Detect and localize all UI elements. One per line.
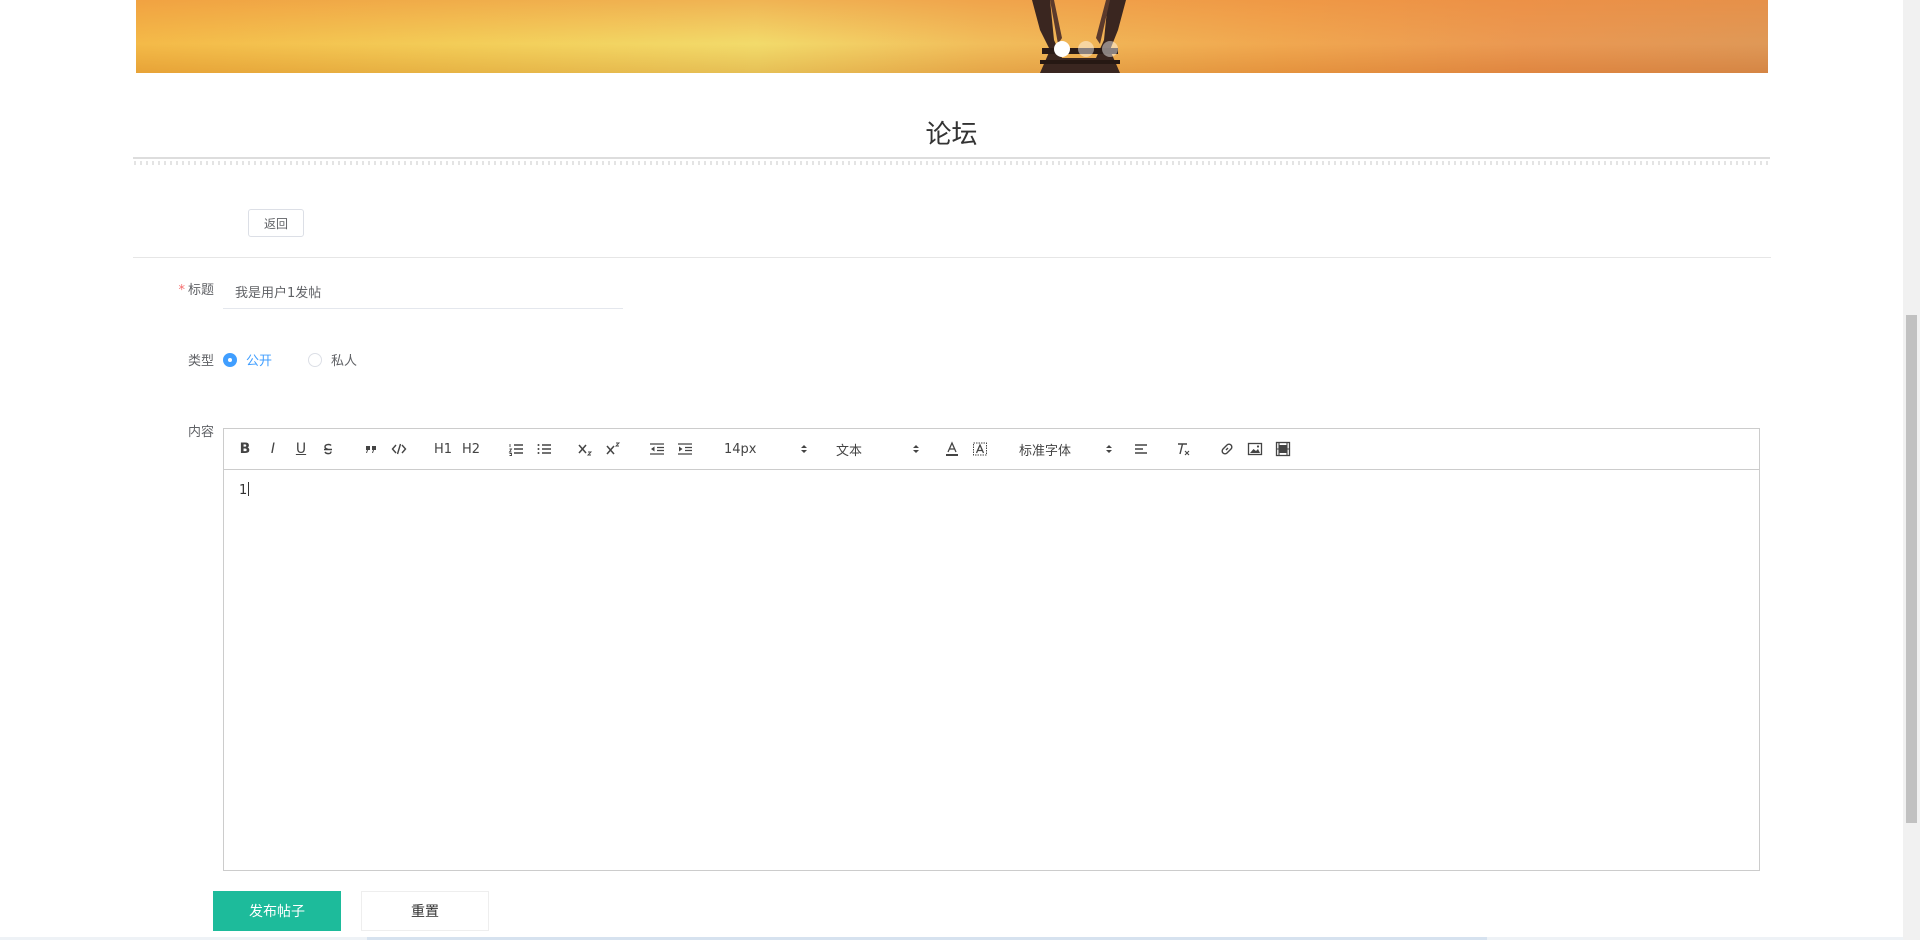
back-button[interactable]: 返回	[248, 209, 304, 237]
section-divider	[133, 257, 1771, 258]
title-field-label: * 标题	[178, 283, 214, 298]
bullet-list-icon[interactable]	[535, 439, 553, 459]
carousel-dot-3[interactable]	[1102, 41, 1118, 57]
carousel-dot-1[interactable]	[1054, 41, 1070, 57]
editor-content-area[interactable]: 1	[224, 470, 1759, 870]
publish-post-button[interactable]: 发布帖子	[213, 891, 341, 931]
code-block-icon[interactable]	[390, 439, 408, 459]
select-arrows-icon	[1106, 445, 1112, 453]
eiffel-tower-image	[1032, 0, 1126, 73]
header-select[interactable]: 文本	[836, 439, 920, 459]
editor-text: 1	[239, 483, 248, 498]
font-family-value: 标准字体	[1019, 443, 1072, 459]
rich-text-editor: B I U H1 H2 14px 文本 标准字体 1	[223, 428, 1760, 871]
header-1-button[interactable]: H1	[434, 439, 452, 459]
page-title: 论坛	[925, 120, 978, 150]
font-size-select[interactable]: 14px	[724, 439, 808, 459]
radio-private-circle	[308, 352, 323, 367]
banner-sky	[136, 0, 1768, 73]
text-caret	[248, 482, 250, 496]
blockquote-icon[interactable]	[362, 439, 380, 459]
link-icon[interactable]	[1218, 439, 1236, 459]
editor-toolbar: B I U H1 H2 14px 文本 标准字体	[224, 429, 1759, 470]
radio-public[interactable]: 公开	[223, 350, 272, 369]
title-input[interactable]	[223, 275, 623, 309]
select-arrows-icon	[801, 445, 807, 453]
header-2-button[interactable]: H2	[462, 439, 480, 459]
strike-icon[interactable]	[319, 439, 337, 459]
bold-button[interactable]: B	[236, 439, 254, 459]
scrollbar-thumb[interactable]	[1906, 315, 1917, 823]
background-color-icon[interactable]	[971, 439, 989, 459]
required-marker: *	[178, 283, 185, 298]
superscript-icon[interactable]	[605, 439, 623, 459]
banner-carousel	[136, 0, 1768, 73]
select-arrows-icon	[913, 445, 919, 453]
header-select-value: 文本	[836, 443, 863, 459]
indent-icon[interactable]	[676, 439, 694, 459]
subscript-icon[interactable]	[577, 439, 595, 459]
type-field-label: 类型	[187, 354, 214, 369]
text-color-icon[interactable]	[943, 439, 961, 459]
image-icon[interactable]	[1246, 439, 1264, 459]
radio-private[interactable]: 私人	[308, 350, 357, 369]
outdent-icon[interactable]	[648, 439, 666, 459]
underline-button[interactable]: U	[292, 439, 310, 459]
font-size-value: 14px	[724, 441, 757, 457]
italic-button[interactable]: I	[264, 439, 282, 459]
type-radio-group: 公开 私人	[223, 350, 393, 369]
ordered-list-icon[interactable]	[507, 439, 525, 459]
video-icon[interactable]	[1274, 439, 1292, 459]
clear-format-icon[interactable]	[1174, 439, 1192, 459]
title-divider	[133, 157, 1770, 165]
carousel-indicators	[1054, 41, 1118, 57]
radio-public-circle	[223, 352, 237, 367]
align-icon[interactable]	[1132, 439, 1150, 459]
vertical-scrollbar[interactable]	[1903, 0, 1920, 940]
radio-private-label: 私人	[331, 354, 358, 369]
carousel-dot-2[interactable]	[1078, 41, 1094, 57]
font-family-select[interactable]: 标准字体	[1019, 439, 1113, 459]
radio-public-label: 公开	[246, 354, 273, 369]
reset-button[interactable]: 重置	[361, 891, 489, 931]
content-field-label: 内容	[187, 425, 214, 440]
